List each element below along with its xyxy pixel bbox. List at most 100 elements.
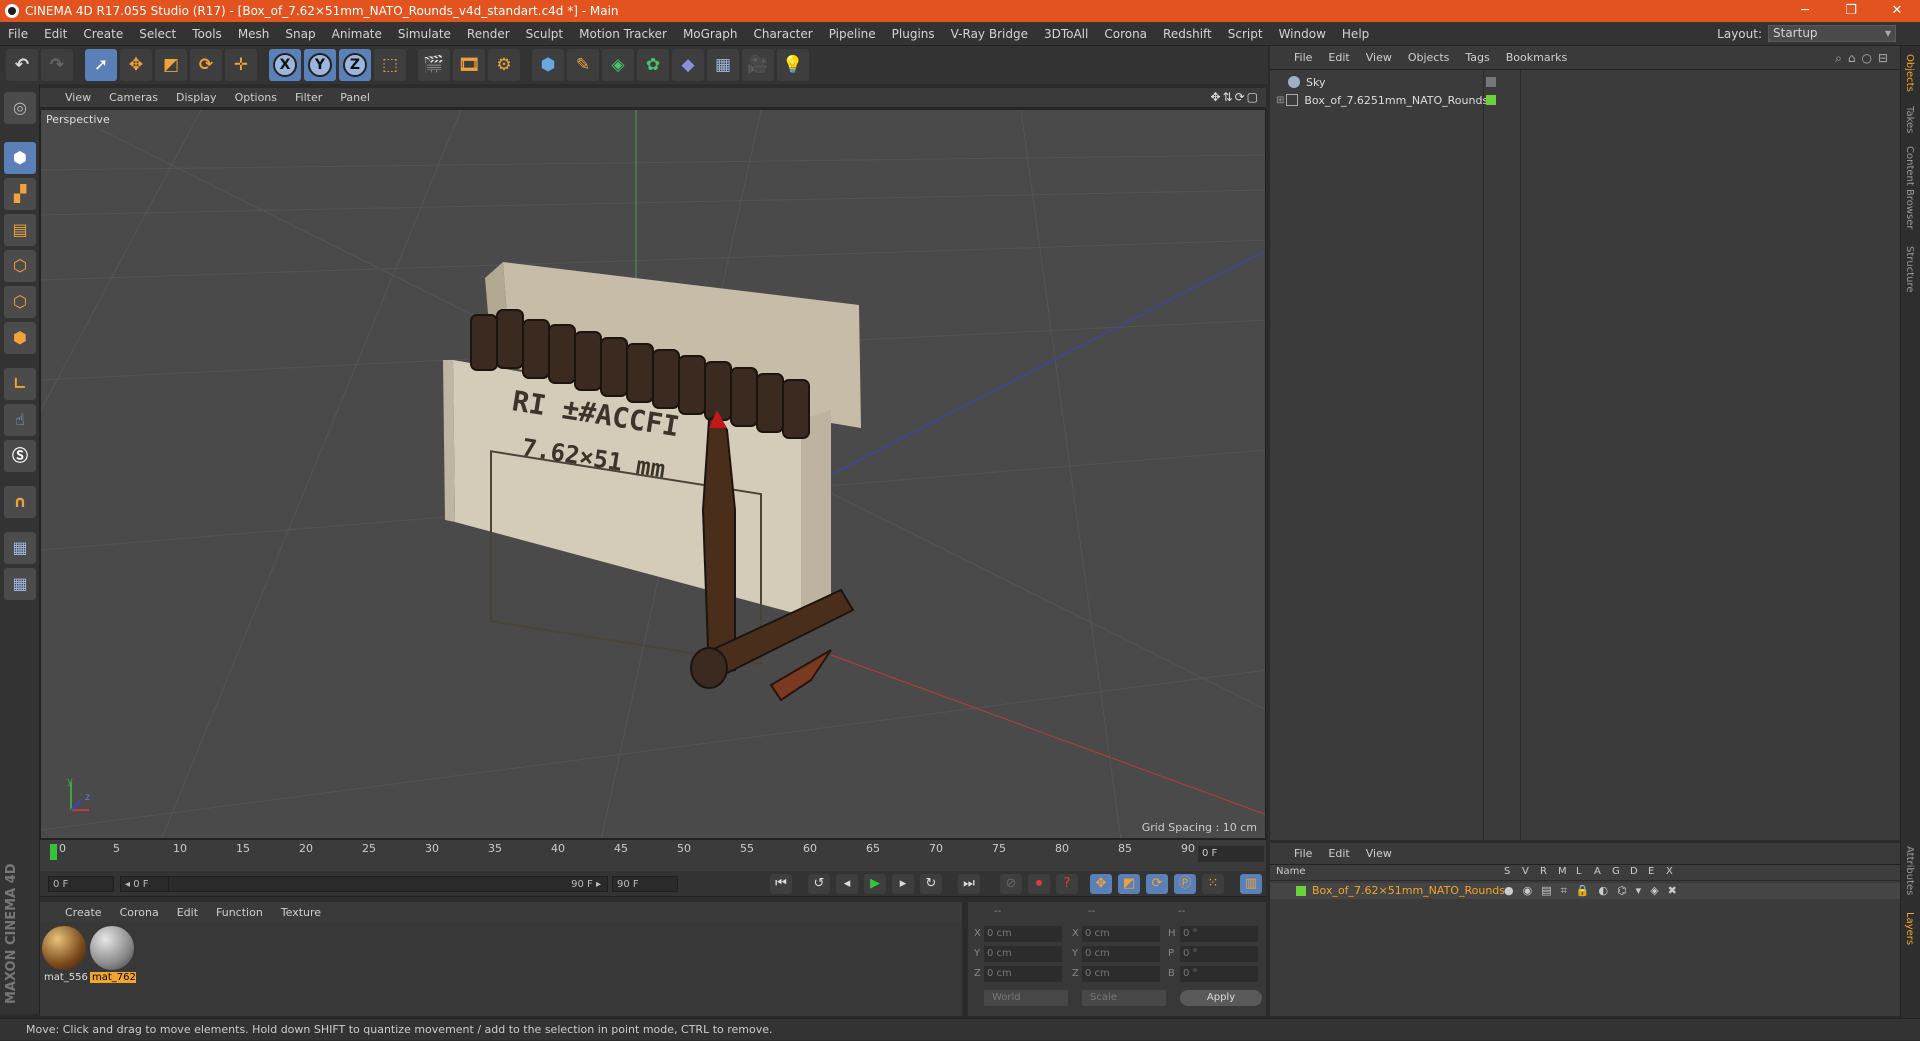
viewport-menu-cameras[interactable]: Cameras bbox=[100, 91, 167, 104]
menu-vray-bridge[interactable]: V-Ray Bridge bbox=[943, 27, 1036, 41]
live-selection-icon[interactable]: ➚ bbox=[85, 49, 117, 81]
tab-attributes[interactable]: Attributes bbox=[1904, 846, 1915, 895]
previous-key-icon[interactable]: ↺ bbox=[808, 874, 830, 894]
make-editable-icon[interactable]: ◎ bbox=[4, 92, 36, 124]
tab-content-browser[interactable]: Content Browser bbox=[1904, 146, 1915, 229]
viewport-menu-display[interactable]: Display bbox=[167, 91, 226, 104]
menu-help[interactable]: Help bbox=[1334, 27, 1377, 41]
tab-layers[interactable]: Layers bbox=[1904, 912, 1915, 945]
menu-edit[interactable]: Edit bbox=[36, 27, 75, 41]
object-row-sky[interactable]: Sky bbox=[1276, 74, 1516, 90]
material-menu-corona[interactable]: Corona bbox=[111, 906, 168, 919]
timeline-window-icon[interactable]: ▥ bbox=[1240, 874, 1262, 894]
coordinate-space-dropdown[interactable]: World bbox=[984, 990, 1068, 1006]
viewport-navigation-icons[interactable]: ✥⇅⟳▢ bbox=[1210, 90, 1260, 104]
cube-primitive-icon[interactable]: ⬢ bbox=[532, 49, 564, 81]
recent-tool-icon[interactable]: ✛ bbox=[225, 49, 257, 81]
object-manager-toolbar-icons[interactable]: ⌕⌂○⊟ bbox=[1835, 51, 1894, 66]
viewport-menu-view[interactable]: View bbox=[56, 91, 100, 104]
edges-mode-icon[interactable]: ⬡ bbox=[4, 286, 36, 318]
polygons-mode-icon[interactable]: ⬢ bbox=[4, 322, 36, 354]
viewport-menu-filter[interactable]: Filter bbox=[286, 91, 331, 104]
layer-menu-file[interactable]: File bbox=[1286, 847, 1320, 860]
position-z-field[interactable]: 0 cm bbox=[984, 966, 1062, 982]
key-rotation-icon[interactable]: ⟳ bbox=[1146, 874, 1168, 894]
menu-select[interactable]: Select bbox=[131, 27, 184, 41]
size-mode-dropdown[interactable]: Scale bbox=[1082, 990, 1166, 1006]
object-menu-tags[interactable]: Tags bbox=[1457, 51, 1497, 64]
layer-menu-edit[interactable]: Edit bbox=[1320, 847, 1357, 860]
render-view-icon[interactable]: 🎬 bbox=[418, 49, 450, 81]
range-end-slider[interactable]: 90 F ▸ bbox=[168, 876, 608, 892]
menu-plugins[interactable]: Plugins bbox=[884, 27, 943, 41]
menu-simulate[interactable]: Simulate bbox=[390, 27, 459, 41]
menu-render[interactable]: Render bbox=[459, 27, 518, 41]
timeline-ruler[interactable]: 0 5 10 15 20 25 30 35 40 45 50 55 60 65 … bbox=[40, 839, 1266, 871]
viewport-menu-options[interactable]: Options bbox=[226, 91, 286, 104]
render-settings-icon[interactable]: ⚙ bbox=[488, 49, 520, 81]
key-parameter-icon[interactable]: Ⓟ bbox=[1174, 874, 1196, 894]
workplane-mode-icon[interactable]: ▤ bbox=[4, 214, 36, 246]
scale-tool-icon[interactable]: ◩ bbox=[155, 49, 187, 81]
menu-corona[interactable]: Corona bbox=[1096, 27, 1155, 41]
move-tool-icon[interactable]: ✥ bbox=[120, 49, 152, 81]
material-menu-texture[interactable]: Texture bbox=[272, 906, 330, 919]
axis-mode-icon[interactable]: ∟ bbox=[4, 368, 36, 400]
key-pla-icon[interactable]: ⁙ bbox=[1202, 874, 1224, 894]
menu-mograph[interactable]: MoGraph bbox=[675, 27, 746, 41]
menu-script[interactable]: Script bbox=[1220, 27, 1271, 41]
rotation-p-field[interactable]: 0 ° bbox=[1180, 946, 1258, 962]
points-mode-icon[interactable]: ⬡ bbox=[4, 250, 36, 282]
menu-mesh[interactable]: Mesh bbox=[230, 27, 278, 41]
timeline-playhead[interactable] bbox=[50, 844, 57, 860]
subdivision-surface-icon[interactable]: ◈ bbox=[602, 49, 634, 81]
viewport-menu-panel[interactable]: Panel bbox=[331, 91, 379, 104]
object-menu-bookmarks[interactable]: Bookmarks bbox=[1498, 51, 1575, 64]
object-menu-edit[interactable]: Edit bbox=[1320, 51, 1357, 64]
close-button[interactable]: ✕ bbox=[1874, 0, 1920, 22]
material-menu-edit[interactable]: Edit bbox=[168, 906, 207, 919]
next-frame-icon[interactable]: ▸ bbox=[892, 874, 914, 894]
keyframe-selection-icon[interactable]: ? bbox=[1056, 874, 1078, 894]
snapping-icon[interactable]: Ⓢ bbox=[4, 440, 36, 472]
object-menu-view[interactable]: View bbox=[1358, 51, 1400, 64]
autokeying-icon[interactable]: ⏺ bbox=[1028, 874, 1050, 894]
next-key-icon[interactable]: ↻ bbox=[920, 874, 942, 894]
tab-structure[interactable]: Structure bbox=[1904, 246, 1915, 293]
sky-visibility-tag-icon[interactable] bbox=[1486, 77, 1496, 87]
key-position-icon[interactable]: ✥ bbox=[1090, 874, 1112, 894]
menu-file[interactable]: File bbox=[0, 27, 36, 41]
model-mode-icon[interactable]: ⬢ bbox=[4, 142, 36, 174]
play-icon[interactable]: ▶ bbox=[864, 874, 886, 894]
tab-objects[interactable]: Objects bbox=[1904, 54, 1915, 92]
key-scale-icon[interactable]: ◩ bbox=[1118, 874, 1140, 894]
range-start-slider[interactable]: ◂ 0 F bbox=[120, 876, 168, 892]
floor-icon[interactable]: ▦ bbox=[707, 49, 739, 81]
tweak-mode-icon[interactable]: ☝ bbox=[4, 404, 36, 436]
start-frame-field[interactable]: 0 F bbox=[48, 876, 114, 892]
redo-icon[interactable]: ↷ bbox=[41, 49, 73, 81]
z-axis-lock-button[interactable]: Z bbox=[339, 49, 371, 81]
y-axis-lock-button[interactable]: Y bbox=[304, 49, 336, 81]
size-y-field[interactable]: 0 cm bbox=[1082, 946, 1160, 962]
menu-pipeline[interactable]: Pipeline bbox=[821, 27, 884, 41]
magnet-icon[interactable]: ∩ bbox=[4, 486, 36, 518]
object-menu-file[interactable]: File bbox=[1286, 51, 1320, 64]
menu-3dtoall[interactable]: 3DToAll bbox=[1036, 27, 1096, 41]
position-x-field[interactable]: 0 cm bbox=[984, 926, 1062, 942]
go-to-end-icon[interactable]: ⏭ bbox=[958, 874, 980, 894]
layer-toggle-icons[interactable]: ●◉▤⌗🔒◐⌬▾◈✖ bbox=[1504, 883, 1686, 899]
layer-color-tag-icon[interactable] bbox=[1486, 95, 1496, 105]
record-keys-icon[interactable]: ⊘ bbox=[1000, 874, 1022, 894]
light-icon[interactable]: 💡 bbox=[777, 49, 809, 81]
material-swatch-selected[interactable]: mat_762 bbox=[90, 926, 136, 983]
layout-dropdown[interactable]: Startup bbox=[1768, 25, 1896, 42]
menu-motion-tracker[interactable]: Motion Tracker bbox=[571, 27, 675, 41]
deformer-icon[interactable]: ◆ bbox=[672, 49, 704, 81]
menu-window[interactable]: Window bbox=[1271, 27, 1334, 41]
apply-button[interactable]: Apply bbox=[1180, 990, 1262, 1006]
rotate-tool-icon[interactable]: ⟳ bbox=[190, 49, 222, 81]
previous-frame-icon[interactable]: ◂ bbox=[836, 874, 858, 894]
object-row-box[interactable]: ⊞ Box_of_7.6251mm_NATO_Rounds bbox=[1276, 92, 1516, 108]
x-axis-lock-button[interactable]: X bbox=[269, 49, 301, 81]
